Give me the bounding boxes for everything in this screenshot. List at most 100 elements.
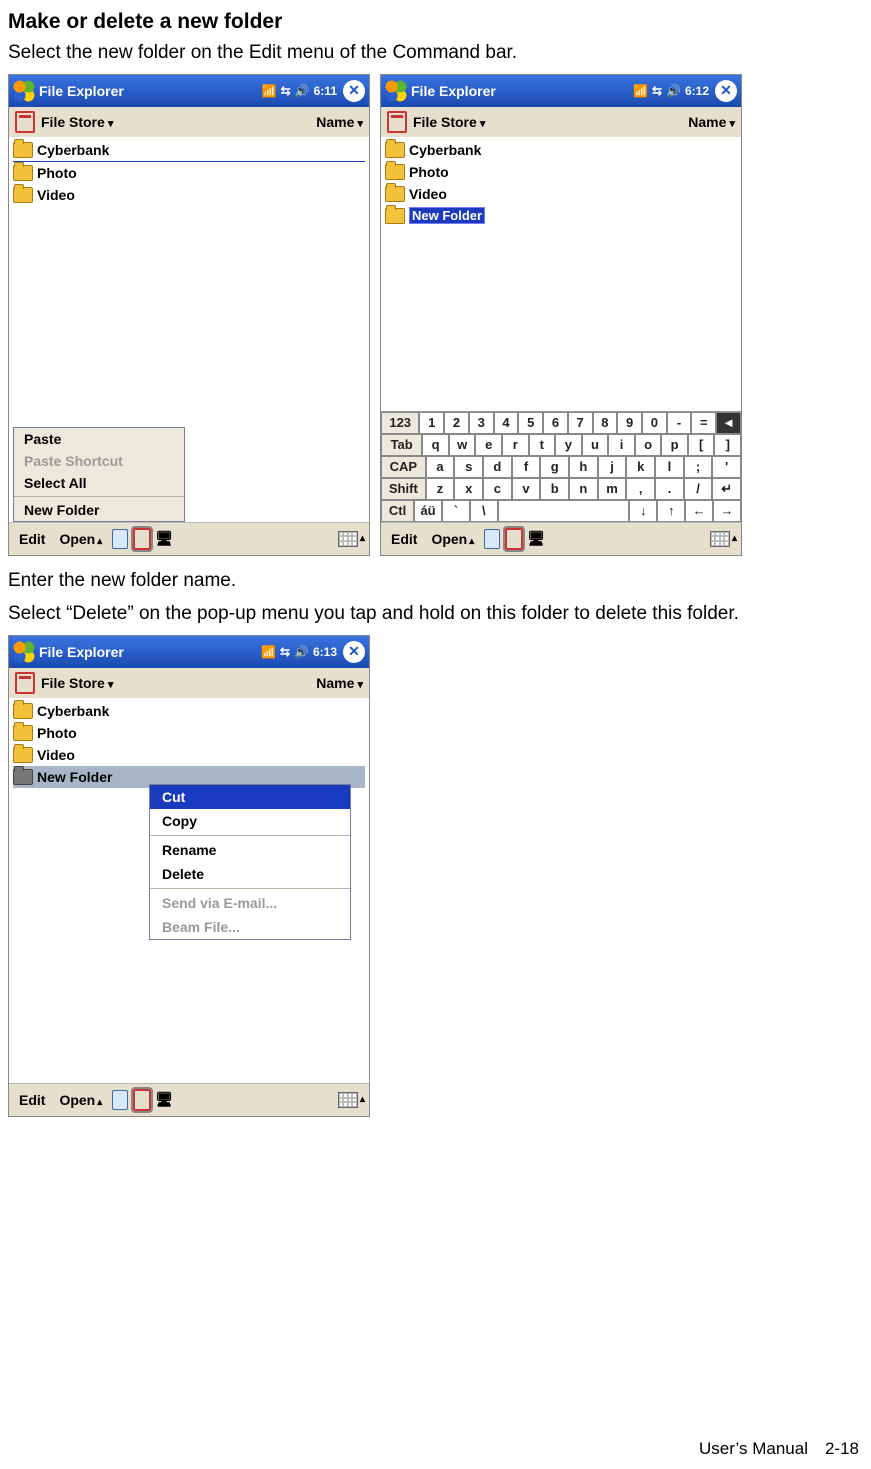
osk-key[interactable]: 5 (518, 412, 543, 434)
osk-key[interactable]: v (512, 478, 541, 500)
osk-key[interactable]: 1 (419, 412, 444, 434)
location-dropdown[interactable]: File Store (41, 675, 113, 691)
folder-row[interactable]: Video (385, 183, 737, 205)
osk-key[interactable]: f (512, 456, 541, 478)
osk-key[interactable]: w (449, 434, 476, 456)
osk-key[interactable]: c (483, 478, 512, 500)
osk-key[interactable]: m (598, 478, 627, 500)
osk-key[interactable]: , (626, 478, 655, 500)
osk-key[interactable]: \ (470, 500, 498, 522)
osk-tab[interactable]: Tab (381, 434, 422, 456)
device-icon[interactable] (482, 529, 502, 549)
sort-dropdown[interactable]: Name (688, 114, 735, 130)
folder-row[interactable]: Cyberbank (385, 139, 737, 161)
sip-caret[interactable]: ▴ (360, 533, 365, 544)
open-menu-button[interactable]: Open (53, 529, 108, 549)
osk-key[interactable]: 3 (469, 412, 494, 434)
osk-key[interactable]: t (529, 434, 556, 456)
menu-paste[interactable]: Paste (14, 428, 184, 450)
osk-key[interactable]: = (691, 412, 716, 434)
osk-key[interactable]: q (422, 434, 449, 456)
osk-up[interactable]: ↑ (657, 500, 685, 522)
osk-key[interactable]: 0 (642, 412, 667, 434)
folder-row[interactable]: Cyberbank (13, 700, 365, 722)
osk-backspace[interactable]: ◄ (716, 412, 741, 434)
osk-key[interactable]: r (502, 434, 529, 456)
location-dropdown[interactable]: File Store (413, 114, 485, 130)
osk-enter[interactable]: ↵ (712, 478, 741, 500)
card-icon[interactable] (132, 529, 152, 549)
start-icon[interactable] (13, 641, 35, 663)
close-button[interactable]: ✕ (343, 80, 365, 102)
osk-key[interactable]: 8 (593, 412, 618, 434)
osk-key[interactable]: b (540, 478, 569, 500)
sort-dropdown[interactable]: Name (316, 114, 363, 130)
osk-key[interactable]: - (667, 412, 692, 434)
osk-key[interactable]: x (454, 478, 483, 500)
osk-key[interactable]: i (608, 434, 635, 456)
keyboard-icon[interactable] (338, 1090, 358, 1110)
edit-menu-button[interactable]: Edit (13, 1090, 51, 1110)
close-button[interactable]: ✕ (343, 641, 365, 663)
menu-select-all[interactable]: Select All (14, 472, 184, 494)
ctx-rename[interactable]: Rename (150, 838, 350, 862)
sip-caret[interactable]: ▴ (360, 1094, 365, 1105)
osk-ctrl[interactable]: Ctl (381, 500, 414, 522)
osk-key[interactable]: 123 (381, 412, 419, 434)
osk-key[interactable]: y (555, 434, 582, 456)
osk-key[interactable]: s (454, 456, 483, 478)
folder-row[interactable]: Video (13, 744, 365, 766)
location-dropdown[interactable]: File Store (41, 114, 113, 130)
network-icon[interactable] (154, 529, 174, 549)
osk-key[interactable]: 7 (568, 412, 593, 434)
sort-dropdown[interactable]: Name (316, 675, 363, 691)
osk-key[interactable]: 2 (444, 412, 469, 434)
osk-key[interactable]: z (426, 478, 455, 500)
osk-key[interactable]: 4 (494, 412, 519, 434)
start-icon[interactable] (13, 80, 35, 102)
ctx-copy[interactable]: Copy (150, 809, 350, 833)
osk-key[interactable]: g (540, 456, 569, 478)
card-icon[interactable] (132, 1090, 152, 1110)
osk-key[interactable]: e (475, 434, 502, 456)
new-folder-row[interactable]: New Folder (385, 205, 737, 227)
osk-key[interactable]: o (635, 434, 662, 456)
osk-key[interactable]: k (626, 456, 655, 478)
osk-key[interactable]: [ (688, 434, 715, 456)
start-icon[interactable] (385, 80, 407, 102)
keyboard-icon[interactable] (710, 529, 730, 549)
osk-accent[interactable]: áü (414, 500, 442, 522)
osk-caps[interactable]: CAP (381, 456, 426, 478)
network-icon[interactable] (154, 1090, 174, 1110)
ctx-delete[interactable]: Delete (150, 862, 350, 886)
osk-key[interactable]: j (598, 456, 627, 478)
folder-row[interactable]: Photo (13, 162, 365, 184)
osk-down[interactable]: ↓ (629, 500, 657, 522)
ctx-cut[interactable]: Cut (150, 785, 350, 809)
edit-menu-button[interactable]: Edit (385, 529, 423, 549)
device-icon[interactable] (110, 1090, 130, 1110)
osk-key[interactable]: . (655, 478, 684, 500)
osk-key[interactable]: d (483, 456, 512, 478)
sip-caret[interactable]: ▴ (732, 533, 737, 544)
close-button[interactable]: ✕ (715, 80, 737, 102)
osk-space[interactable] (498, 500, 630, 522)
card-icon[interactable] (504, 529, 524, 549)
osk-key[interactable]: a (426, 456, 455, 478)
osk-key[interactable]: / (684, 478, 713, 500)
osk-key[interactable]: ' (712, 456, 741, 478)
on-screen-keyboard[interactable]: 123 1 2 3 4 5 6 7 8 9 0 - = ◄ Tab q w e … (381, 411, 741, 522)
open-menu-button[interactable]: Open (53, 1090, 108, 1110)
open-menu-button[interactable]: Open (425, 529, 480, 549)
osk-key[interactable]: ] (714, 434, 741, 456)
osk-key[interactable]: p (661, 434, 688, 456)
osk-key[interactable]: ` (442, 500, 470, 522)
network-icon[interactable] (526, 529, 546, 549)
osk-shift[interactable]: Shift (381, 478, 426, 500)
osk-key[interactable]: n (569, 478, 598, 500)
osk-key[interactable]: l (655, 456, 684, 478)
folder-row[interactable]: Photo (13, 722, 365, 744)
osk-key[interactable]: 6 (543, 412, 568, 434)
keyboard-icon[interactable] (338, 529, 358, 549)
osk-key[interactable]: 9 (617, 412, 642, 434)
